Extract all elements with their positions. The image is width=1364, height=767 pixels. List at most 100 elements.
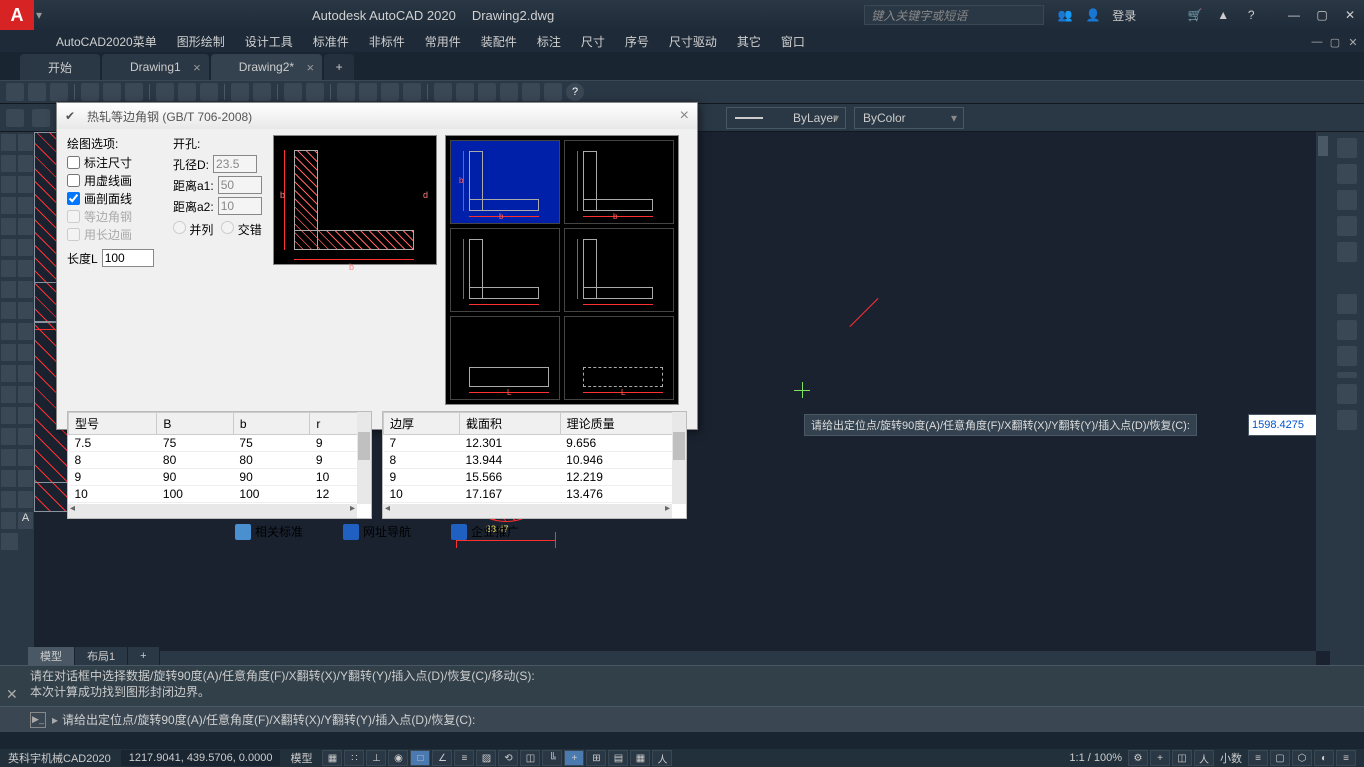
plot-preview-icon[interactable] [103,83,121,101]
quickcalc-icon[interactable] [544,83,562,101]
qp-toggle-icon[interactable]: ▤ [608,750,628,766]
spline-icon[interactable] [1,218,16,235]
doc-minimize-button[interactable]: — [1308,34,1326,50]
zoom-window-icon[interactable] [381,83,399,101]
mirror-icon[interactable] [18,365,33,382]
help-icon[interactable]: ? [566,83,584,101]
coords-display[interactable]: 1217.9041, 439.5706, 0.0000 [121,750,281,766]
ellipse-arc-icon[interactable] [18,239,33,256]
coord-input[interactable] [1248,414,1324,436]
menu-item[interactable]: 设计工具 [237,33,301,50]
thumb-6[interactable]: L [564,316,674,400]
nav-showmotion-icon[interactable] [1337,242,1357,262]
scale-icon[interactable] [1,428,16,445]
iso-icon[interactable]: ⬡ [1292,750,1312,766]
related-standard-button[interactable]: 相关标准 [235,523,303,540]
help-icon[interactable]: ? [1242,6,1260,24]
dyn-ucs-icon[interactable]: ╚ [542,750,562,766]
doc-restore-button[interactable]: ▢ [1326,34,1344,50]
tab-layout1[interactable]: 布局1 [75,647,128,665]
save-icon[interactable] [50,83,68,101]
info-icon[interactable]: 👥 [1056,6,1074,24]
explode-icon[interactable] [1,512,16,529]
nav-wheel-icon[interactable] [1337,138,1357,158]
mtext-icon[interactable] [1,323,16,340]
arc-icon[interactable] [1,197,16,214]
copy-obj-icon[interactable] [1,365,16,382]
ortho-toggle-icon[interactable]: ⊥ [366,750,386,766]
layer-states-icon[interactable] [32,109,50,127]
view-switch-icon[interactable] [1337,410,1357,430]
horizontal-scrollbar[interactable] [34,651,1316,665]
user-icon[interactable]: 👤 [1084,6,1102,24]
maximize-button[interactable]: ▢ [1308,3,1336,27]
modify-icon[interactable] [1,344,16,361]
match-prop-icon[interactable] [231,83,249,101]
model-label[interactable]: 模型 [290,750,312,766]
menu-item[interactable]: 尺寸 [573,33,613,50]
close-icon[interactable]: × [193,60,201,75]
move-icon[interactable] [1,407,16,424]
linetype-dropdown[interactable]: ByLayer [726,107,846,129]
new-icon[interactable] [6,83,24,101]
tab-add-layout[interactable]: + [128,647,159,665]
table-1[interactable]: 型号Bbr 7.575759 880809 9909010 1010010012… [67,411,372,519]
view-full-icon[interactable] [1337,320,1357,340]
revcloud-icon[interactable] [1,239,16,256]
lineweight-toggle-icon[interactable]: ≡ [454,750,474,766]
transparency-toggle-icon[interactable]: ▨ [476,750,496,766]
menu-item[interactable]: 图形绘制 [169,33,233,50]
hatch-icon[interactable] [1,260,16,277]
circle-icon[interactable] [18,197,33,214]
nav-zoom-icon[interactable] [1337,190,1357,210]
polyline-icon[interactable] [1,155,16,172]
dyn-input-icon[interactable]: + [564,750,584,766]
sc-toggle-icon[interactable]: ⊞ [586,750,606,766]
tab-drawing2[interactable]: Drawing2*× [211,54,322,80]
publish-icon[interactable] [125,83,143,101]
radio-parallel[interactable]: 并列 [173,221,213,238]
thumb-3[interactable] [450,228,560,312]
nav-orbit-icon[interactable] [1337,216,1357,236]
block-editor-icon[interactable] [253,83,271,101]
promo-button[interactable]: 企业推广 [451,523,519,540]
chamfer-icon[interactable] [18,491,33,508]
checkbox-dim[interactable]: 标注尺寸 [67,154,165,171]
checkbox-long-edge[interactable]: 用长边画 [67,226,165,243]
grid-toggle-icon[interactable]: ▦ [322,750,342,766]
menu-item[interactable]: 尺寸驱动 [661,33,725,50]
cycling-toggle-icon[interactable]: ⟲ [498,750,518,766]
gradient-icon[interactable] [18,260,33,277]
thumb-4[interactable] [564,228,674,312]
view-props-icon[interactable] [1337,346,1357,366]
close-icon[interactable]: × [306,60,314,75]
view-layer-icon[interactable] [1337,384,1357,404]
region-icon[interactable] [1,302,16,319]
line-icon[interactable] [1,134,16,151]
thumb-5[interactable]: L [450,316,560,400]
thumb-1[interactable]: bb [450,140,560,224]
view-cube-icon[interactable] [1337,294,1357,314]
close-button[interactable]: ✕ [1336,3,1364,27]
join-icon[interactable] [18,470,33,487]
checkbox-hatch[interactable]: 画剖面线 [67,190,165,207]
max-icon[interactable]: + [1150,750,1170,766]
cut-icon[interactable] [156,83,174,101]
copy-icon[interactable] [178,83,196,101]
qat-dropdown-icon[interactable]: ▾ [36,8,52,22]
trim-icon[interactable] [1,449,16,466]
dialog-close-button[interactable]: × [680,107,689,125]
web-nav-button[interactable]: 网址导航 [343,523,411,540]
erase-icon[interactable] [18,344,33,361]
tab-add[interactable]: + [324,54,354,80]
clean-screen-icon[interactable]: ▢ [1270,750,1290,766]
app-logo[interactable]: A [0,0,34,30]
app-store-icon[interactable]: ▲ [1214,6,1232,24]
layer-icon[interactable] [6,109,24,127]
plotstyle-dropdown[interactable]: ByColor [854,107,964,129]
thumb-2[interactable]: b [564,140,674,224]
rotate-icon[interactable] [18,407,33,424]
design-center-icon[interactable] [456,83,474,101]
block-icon[interactable] [1,281,16,298]
checkbox-dashed[interactable]: 用虚线画 [67,172,165,189]
